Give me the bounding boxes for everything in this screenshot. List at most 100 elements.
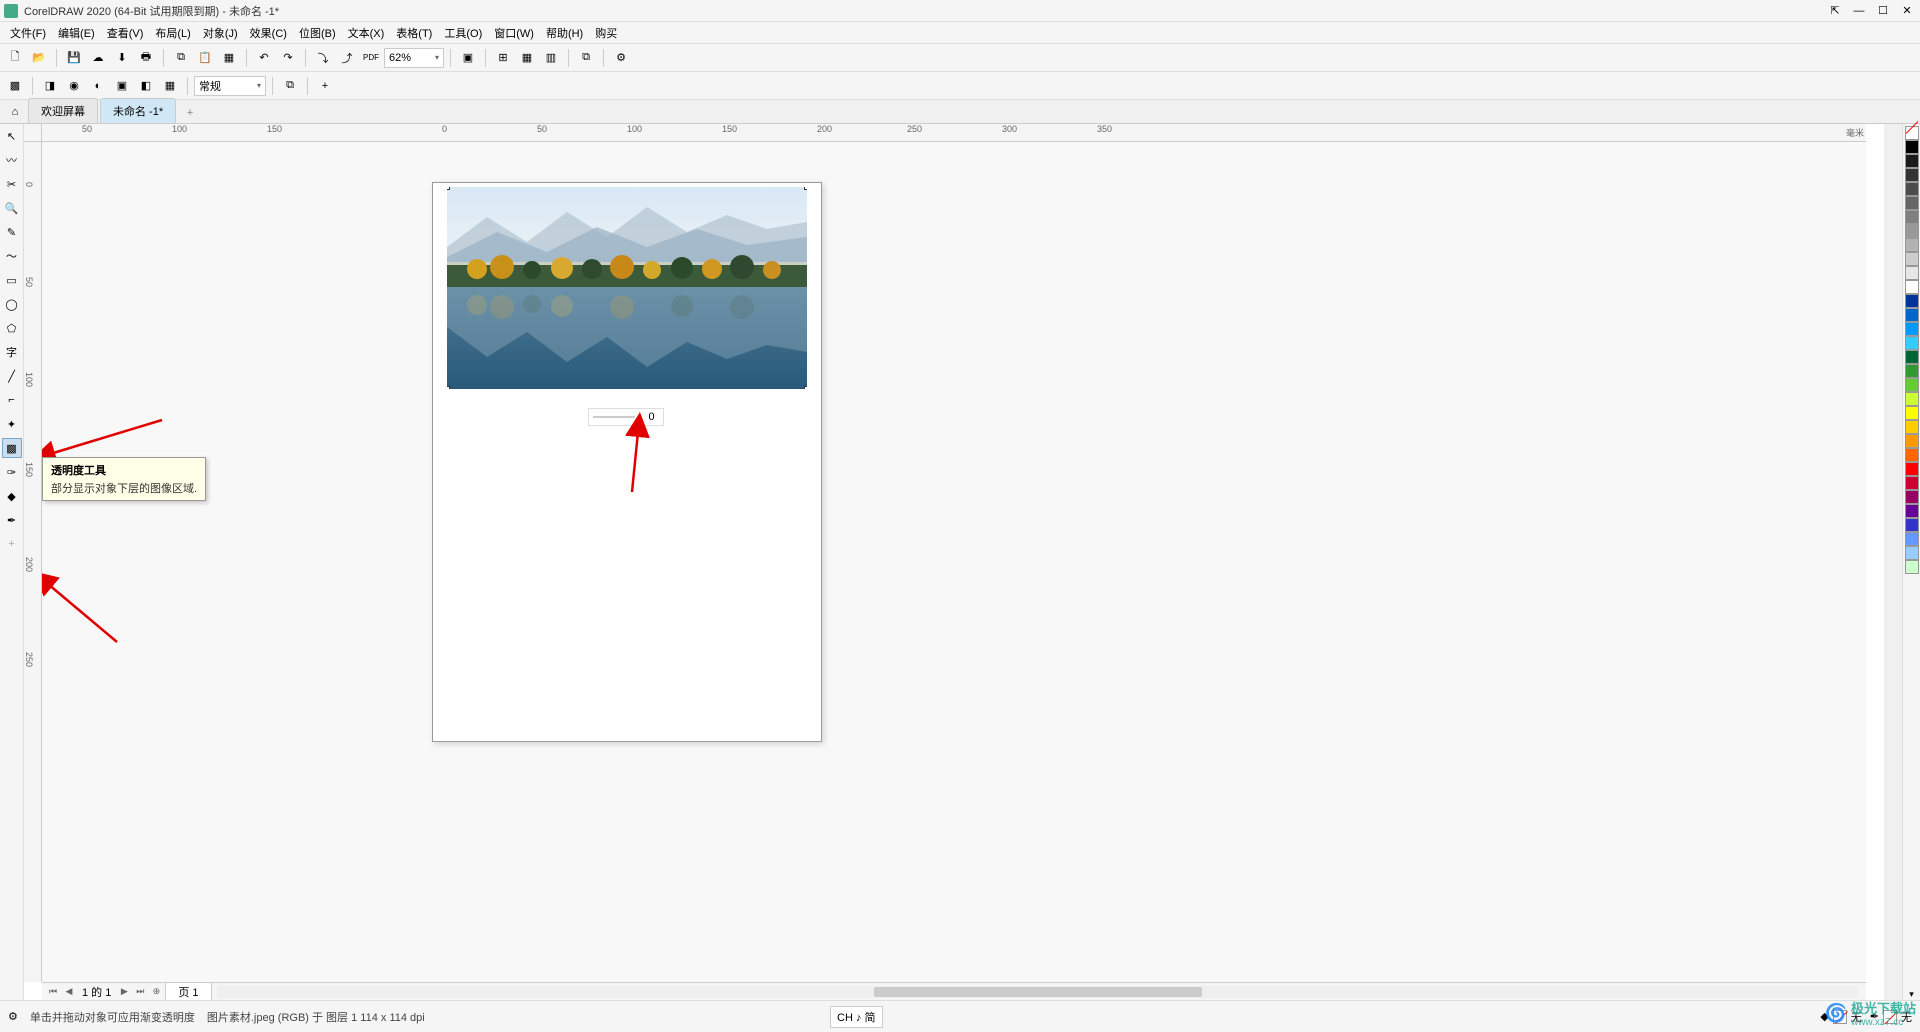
nav-first-icon[interactable]: ⏮ [46, 985, 60, 999]
ruler-corner[interactable] [24, 124, 42, 142]
color-swatch[interactable] [1905, 238, 1919, 252]
color-swatch[interactable] [1905, 392, 1919, 406]
undo-button[interactable]: ↶ [253, 47, 275, 69]
maximize-button[interactable]: ☐ [1874, 2, 1892, 20]
color-swatch[interactable] [1905, 546, 1919, 560]
color-swatch[interactable] [1905, 504, 1919, 518]
zoom-tool[interactable]: 🔍 [2, 198, 22, 218]
color-swatch[interactable] [1905, 308, 1919, 322]
open-button[interactable]: 📂 [28, 47, 50, 69]
color-swatch[interactable] [1905, 140, 1919, 154]
docker-tabs[interactable] [1884, 124, 1902, 1000]
artistic-tool[interactable]: 〜 [2, 246, 22, 266]
options-button[interactable]: ⚙ [610, 47, 632, 69]
twocolor-icon[interactable]: ◧ [135, 75, 157, 97]
color-swatch[interactable] [1905, 364, 1919, 378]
selection-handle-ne[interactable] [804, 187, 807, 190]
dimension-tool[interactable]: ╱ [2, 366, 22, 386]
menu-tools[interactable]: 工具(O) [438, 23, 488, 43]
color-swatch[interactable] [1905, 224, 1919, 238]
home-icon[interactable]: ⌂ [4, 101, 26, 123]
color-swatch[interactable] [1905, 294, 1919, 308]
print-button[interactable]: 🖶 [135, 47, 157, 69]
tab-add-button[interactable]: + [180, 103, 200, 123]
fill-tool[interactable]: ◆ [2, 486, 22, 506]
shape-tool[interactable]: 〰 [2, 150, 22, 170]
color-swatch[interactable] [1905, 406, 1919, 420]
color-swatch[interactable] [1905, 476, 1919, 490]
nav-prev-icon[interactable]: ◀ [62, 985, 76, 999]
cloud-down-icon[interactable]: ⬇ [111, 47, 133, 69]
freehand-tool[interactable]: ✎ [2, 222, 22, 242]
tab-welcome[interactable]: 欢迎屏幕 [28, 98, 98, 123]
color-swatch[interactable] [1905, 182, 1919, 196]
gear-icon[interactable]: ⚙ [8, 1010, 18, 1023]
menu-file[interactable]: 文件(F) [4, 23, 52, 43]
add-preset-icon[interactable]: + [314, 75, 336, 97]
tab-document[interactable]: 未命名 -1* [100, 98, 176, 123]
horizontal-scrollbar[interactable] [218, 986, 1858, 998]
color-swatch[interactable] [1905, 448, 1919, 462]
nav-add-page-icon[interactable]: ⊕ [149, 985, 163, 999]
color-swatch[interactable] [1905, 322, 1919, 336]
minimize-button[interactable]: — [1850, 2, 1868, 20]
color-swatch[interactable] [1905, 462, 1919, 476]
zoom-dropdown[interactable]: 62% [384, 48, 444, 68]
canvas-viewport[interactable]: 0 [42, 142, 1866, 982]
color-swatch[interactable] [1905, 266, 1919, 280]
selected-image[interactable] [447, 187, 807, 389]
guides-icon[interactable]: ▥ [540, 47, 562, 69]
snap-icon[interactable]: ⊞ [492, 47, 514, 69]
menu-window[interactable]: 窗口(W) [488, 23, 540, 43]
color-swatch[interactable] [1905, 168, 1919, 182]
rectangle-tool[interactable]: ▭ [2, 270, 22, 290]
page-tab[interactable]: 页 1 [165, 982, 211, 1001]
clipboard-icon[interactable]: ▦ [218, 47, 240, 69]
nav-next-icon[interactable]: ▶ [117, 985, 131, 999]
selection-handle-nw[interactable] [447, 187, 450, 190]
eyedropper-tool[interactable]: ✑ [2, 462, 22, 482]
color-swatch[interactable] [1905, 560, 1919, 574]
slider-track[interactable] [593, 416, 635, 418]
launch-icon[interactable]: ⧉ [575, 47, 597, 69]
conical-icon[interactable]: ◐ [87, 75, 109, 97]
color-swatch[interactable] [1905, 378, 1919, 392]
swatch-none[interactable] [1905, 126, 1919, 140]
transparency-slider[interactable]: 0 [588, 408, 664, 426]
color-swatch[interactable] [1905, 532, 1919, 546]
new-button[interactable]: 🗋 [4, 47, 26, 69]
menu-buy[interactable]: 购买 [589, 23, 623, 43]
transparency-type-icon[interactable]: ▩ [4, 75, 26, 97]
menu-layout[interactable]: 布局(L) [149, 23, 196, 43]
copy-props-icon[interactable]: ⧉ [279, 75, 301, 97]
menu-edit[interactable]: 编辑(E) [52, 23, 101, 43]
square-icon[interactable]: ▣ [111, 75, 133, 97]
color-swatch[interactable] [1905, 280, 1919, 294]
color-swatch[interactable] [1905, 210, 1919, 224]
launch-icon[interactable]: ⇱ [1826, 2, 1844, 20]
ime-indicator[interactable]: CH ♪ 简 [830, 1006, 883, 1028]
add-tool[interactable]: + [2, 534, 22, 554]
menu-effect[interactable]: 效果(C) [244, 23, 293, 43]
color-swatch[interactable] [1905, 350, 1919, 364]
color-swatch[interactable] [1905, 490, 1919, 504]
horizontal-ruler[interactable]: 毫米 50 100 150 0 50 100 150 200 250 300 3… [42, 124, 1866, 142]
crop-tool[interactable]: ✂ [2, 174, 22, 194]
paste-button[interactable]: 📋 [194, 47, 216, 69]
polygon-tool[interactable]: ⬠ [2, 318, 22, 338]
color-swatch[interactable] [1905, 196, 1919, 210]
menu-text[interactable]: 文本(X) [342, 23, 391, 43]
menu-help[interactable]: 帮助(H) [540, 23, 589, 43]
selection-handle-sw[interactable] [447, 386, 450, 389]
color-swatch[interactable] [1905, 518, 1919, 532]
blend-mode-dropdown[interactable]: 常规 [194, 76, 266, 96]
grid-icon[interactable]: ▦ [516, 47, 538, 69]
color-swatch[interactable] [1905, 154, 1919, 168]
vertical-ruler[interactable]: 0 50 100 150 200 250 [24, 142, 42, 982]
bitmap-icon[interactable]: ▦ [159, 75, 181, 97]
effects-tool[interactable]: ✦ [2, 414, 22, 434]
fullscreen-icon[interactable]: ▣ [457, 47, 479, 69]
color-swatch[interactable] [1905, 252, 1919, 266]
redo-button[interactable]: ↷ [277, 47, 299, 69]
linear-icon[interactable]: ◨ [39, 75, 61, 97]
